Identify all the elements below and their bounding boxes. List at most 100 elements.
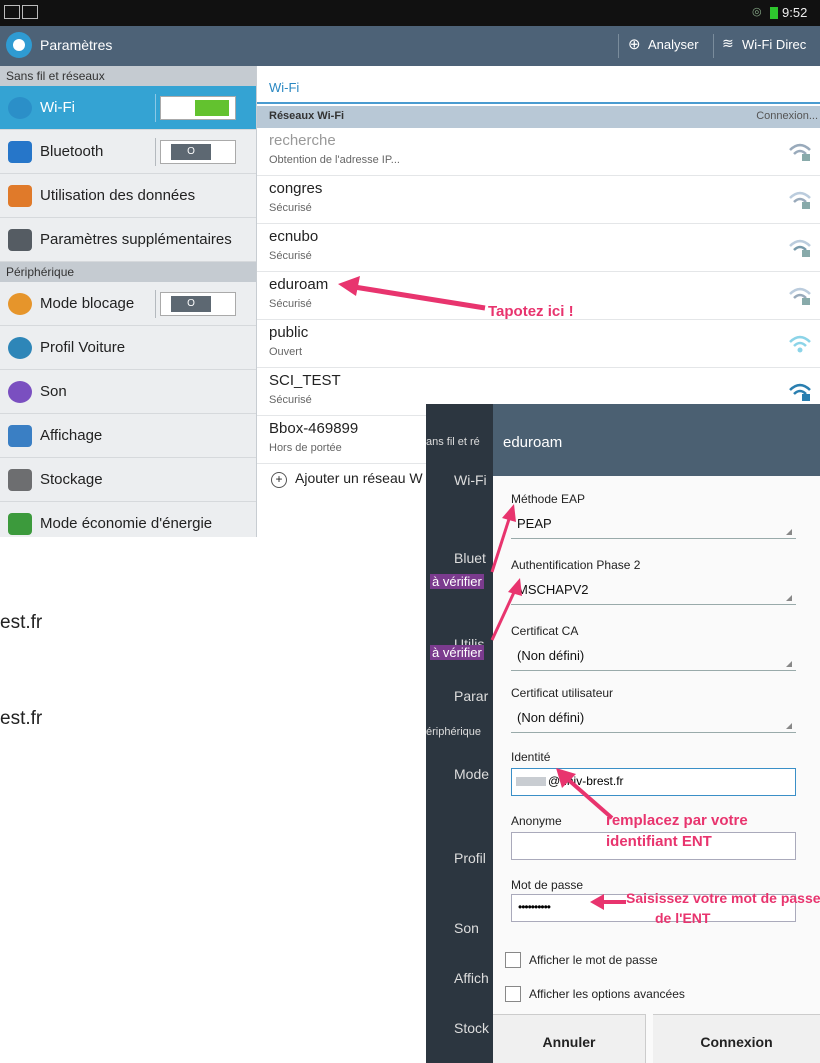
show-password-label: Afficher le mot de passe xyxy=(529,953,658,967)
scan-button[interactable]: Analyser xyxy=(648,37,699,52)
network-row-congres[interactable]: congres Sécurisé xyxy=(257,176,820,224)
overlay-section-device: ériphérique xyxy=(426,726,482,738)
dropdown-corner-icon xyxy=(786,723,792,729)
show-password-checkbox[interactable] xyxy=(505,952,521,968)
storage-icon xyxy=(8,469,32,491)
phase2-auth-label: Authentification Phase 2 xyxy=(511,558,641,572)
replace-annotation-line2: identifiant ENT xyxy=(606,833,712,850)
replace-annotation-line1: remplacez par votre xyxy=(606,812,748,829)
page-title: Wi-Fi xyxy=(269,80,300,95)
overlay-section-header: ans fil et ré xyxy=(426,436,480,448)
wifi-locked-icon xyxy=(789,239,811,257)
networks-header-label: Réseaux Wi-Fi xyxy=(269,110,345,122)
bluetooth-icon xyxy=(8,141,32,163)
advanced-options-checkbox[interactable] xyxy=(505,986,521,1002)
wifi-locked-icon xyxy=(789,287,811,305)
settings-sidebar: Sans fil et réseaux Wi-Fi Bluetooth O Ut… xyxy=(0,66,257,537)
sidebar-item-sound[interactable]: Son xyxy=(0,370,256,414)
connect-button[interactable]: Connexion xyxy=(653,1014,820,1063)
blurred-username xyxy=(516,777,546,786)
eap-method-select[interactable]: PEAP xyxy=(511,508,796,539)
verify-arrows xyxy=(490,504,522,641)
dialog-title-bar: eduroam xyxy=(493,404,820,476)
dropdown-corner-icon xyxy=(786,595,792,601)
sidebar-item-label: Mode économie d'énergie xyxy=(40,515,213,532)
data-usage-icon xyxy=(8,185,32,207)
sidebar-item-power-saving[interactable]: Mode économie d'énergie xyxy=(0,502,256,537)
wifi-locked-icon xyxy=(789,143,811,161)
networks-header: Réseaux Wi-Fi Connexion... xyxy=(257,106,820,128)
sidebar-item-display[interactable]: Affichage xyxy=(0,414,256,458)
sidebar-item-label: Bluetooth xyxy=(40,143,104,160)
status-bar: ◎ 9:52 xyxy=(0,0,820,26)
sidebar-item-more-settings[interactable]: Paramètres supplémentaires xyxy=(0,218,256,262)
phase2-auth-select[interactable]: MSCHAPV2 xyxy=(511,574,796,605)
ca-cert-select[interactable]: (Non défini) xyxy=(511,640,796,671)
clock: 9:52 xyxy=(782,5,808,20)
sidebar-item-wifi[interactable]: Wi-Fi xyxy=(0,86,256,130)
verify-annotation-2: à vérifier xyxy=(430,645,484,660)
wifi-icon xyxy=(8,97,32,119)
sidebar-item-label: Affichage xyxy=(40,427,103,444)
sidebar-item-label: Utilisation des données xyxy=(40,187,196,204)
partial-text-1: est.fr xyxy=(0,612,43,633)
section-header-device: Périphérique xyxy=(0,262,256,282)
network-row-public[interactable]: public Ouvert xyxy=(257,320,820,368)
action-bar: Paramètres ⊕ Analyser ≋ Wi-Fi Direc xyxy=(0,26,820,66)
sidebar-item-label: Stockage xyxy=(40,471,103,488)
sidebar-item-blocking-mode[interactable]: Mode blocage O xyxy=(0,282,256,326)
action-bar-title: Paramètres xyxy=(40,37,113,53)
password-annotation-line2: de l'ENT xyxy=(655,910,711,926)
eap-config-dialog: eduroam Méthode EAP PEAP Authentificatio… xyxy=(493,404,820,1063)
sidebar-item-label: Mode blocage xyxy=(40,295,135,312)
settings-gear-icon[interactable] xyxy=(6,32,32,58)
sidebar-item-label: Wi-Fi xyxy=(40,99,75,116)
verify-annotation-1: à vérifier xyxy=(430,574,484,589)
wifi-direct-icon[interactable]: ≋ xyxy=(722,35,734,52)
bluetooth-toggle[interactable]: O xyxy=(160,140,236,164)
tap-here-arrow xyxy=(338,276,486,311)
scan-icon[interactable]: ⊕ xyxy=(628,35,641,53)
user-cert-select[interactable]: (Non défini) xyxy=(511,702,796,733)
blocking-mode-toggle[interactable]: O xyxy=(160,292,236,316)
wifi-toggle[interactable] xyxy=(160,96,236,120)
add-network-button[interactable]: + Ajouter un réseau W xyxy=(271,470,423,488)
connection-status: Connexion... xyxy=(756,110,818,122)
display-icon xyxy=(8,425,32,447)
dropdown-corner-icon xyxy=(786,661,792,667)
advanced-options-label: Afficher les options avancées xyxy=(529,987,685,1001)
battery-icon xyxy=(770,7,778,19)
eye-icon: ◎ xyxy=(752,6,762,18)
sidebar-item-label: Profil Voiture xyxy=(40,339,126,356)
gallery-notification-icon xyxy=(4,5,20,19)
dropdown-corner-icon xyxy=(786,529,792,535)
wifi-direct-button[interactable]: Wi-Fi Direc xyxy=(742,37,806,52)
network-row-recherche[interactable]: recherche Obtention de l'adresse IP... xyxy=(257,128,820,176)
tap-here-annotation: Tapotez ici ! xyxy=(488,303,574,320)
sidebar-item-label: Son xyxy=(40,383,67,400)
wifi-locked-icon xyxy=(789,191,811,209)
more-settings-icon xyxy=(8,229,32,251)
password-annotation-line1: Saisissez votre mot de passe xyxy=(626,890,820,906)
add-icon: + xyxy=(271,472,287,488)
power-saving-icon xyxy=(8,513,32,535)
dialog-title: eduroam xyxy=(503,434,563,451)
network-row-ecnubo[interactable]: ecnubo Sécurisé xyxy=(257,224,820,272)
screenshot-notification-icon xyxy=(22,5,38,19)
steering-wheel-icon xyxy=(8,337,32,359)
wifi-open-icon xyxy=(789,335,811,353)
identity-label: Identité xyxy=(511,750,551,764)
sidebar-item-data-usage[interactable]: Utilisation des données xyxy=(0,174,256,218)
sidebar-item-label: Paramètres supplémentaires xyxy=(40,231,232,248)
wifi-locked-icon xyxy=(789,383,811,401)
sidebar-item-bluetooth[interactable]: Bluetooth O xyxy=(0,130,256,174)
user-cert-label: Certificat utilisateur xyxy=(511,686,614,700)
password-arrow xyxy=(590,894,626,910)
blocking-mode-icon xyxy=(8,293,32,315)
sidebar-item-car-profile[interactable]: Profil Voiture xyxy=(0,326,256,370)
sidebar-item-storage[interactable]: Stockage xyxy=(0,458,256,502)
password-label: Mot de passe xyxy=(511,878,584,892)
speaker-icon xyxy=(8,381,32,403)
cancel-button[interactable]: Annuler xyxy=(493,1014,646,1063)
section-header-wireless: Sans fil et réseaux xyxy=(0,66,256,86)
